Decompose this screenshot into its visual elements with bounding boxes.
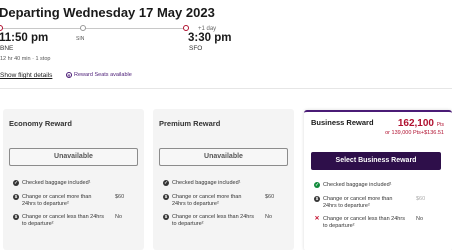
business-reward-card: Business Reward 162,100 Pts or 139,000 P… xyxy=(304,110,452,250)
route-line xyxy=(0,28,185,29)
reward-seats-available[interactable]: R Reward Seats available xyxy=(66,72,132,78)
info-icon: R xyxy=(66,72,72,78)
dollar-icon: $ xyxy=(13,214,19,220)
duration-stops: 12 hr 40 min · 1 stop xyxy=(0,56,51,62)
business-baggage-row: ✓ Checked baggage included¹ xyxy=(314,182,392,188)
economy-baggage-row: ✓ Checked baggage included¹ xyxy=(13,180,91,186)
economy-title: Economy Reward xyxy=(9,119,72,128)
economy-unavailable-button: Unavailable xyxy=(9,148,138,166)
select-business-reward-button[interactable]: Select Business Reward xyxy=(311,152,441,170)
departure-airport: BNE xyxy=(0,45,14,52)
premium-unavailable-button: Unavailable xyxy=(159,148,288,166)
premium-title: Premium Reward xyxy=(159,119,221,128)
arrival-airport: SFO xyxy=(189,45,203,52)
business-alt-price: or 139,000 Pts+$136.51 xyxy=(385,130,444,136)
dollar-icon: $ xyxy=(314,196,320,202)
show-flight-details-link[interactable]: Show flight details xyxy=(0,72,52,79)
departure-time: 11:50 pm xyxy=(0,32,49,44)
check-icon: ✓ xyxy=(163,180,169,186)
reward-seats-label: Reward Seats available xyxy=(74,72,132,78)
business-points: 162,100 Pts xyxy=(397,118,444,129)
divider xyxy=(0,88,452,89)
premium-reward-card: Premium Reward Unavailable ✓ Checked bag… xyxy=(153,109,294,250)
economy-change-less-row: $ Change or cancel less than 24hrs to de… xyxy=(13,214,123,227)
dollar-icon: $ xyxy=(163,194,169,200)
premium-baggage-row: ✓ Checked baggage included¹ xyxy=(163,180,241,186)
check-icon: ✓ xyxy=(314,182,320,188)
economy-reward-card: Economy Reward Unavailable ✓ Checked bag… xyxy=(3,109,144,250)
economy-change-more-row: $ Change or cancel more than 24hrs to de… xyxy=(13,194,125,207)
premium-change-less-row: $ Change or cancel less than 24hrs to de… xyxy=(163,214,273,227)
stopover-code: SIN xyxy=(76,36,85,42)
destination-dot xyxy=(183,25,189,31)
arrival-time: 3:30 pm xyxy=(188,32,232,44)
business-change-less-row: ✕ Change or cancel less than 24hrs to de… xyxy=(314,216,424,229)
business-change-more-row: $ Change or cancel more than 24hrs to de… xyxy=(314,196,426,209)
premium-change-more-row: $ Change or cancel more than 24hrs to de… xyxy=(163,194,275,207)
cross-icon: ✕ xyxy=(314,216,320,222)
dollar-icon: $ xyxy=(13,194,19,200)
stopover-dot xyxy=(80,25,86,31)
page-title: Departing Wednesday 17 May 2023 xyxy=(0,5,215,20)
business-title: Business Reward xyxy=(311,118,374,127)
dollar-icon: $ xyxy=(163,214,169,220)
check-icon: ✓ xyxy=(13,180,19,186)
origin-dot xyxy=(0,25,3,31)
